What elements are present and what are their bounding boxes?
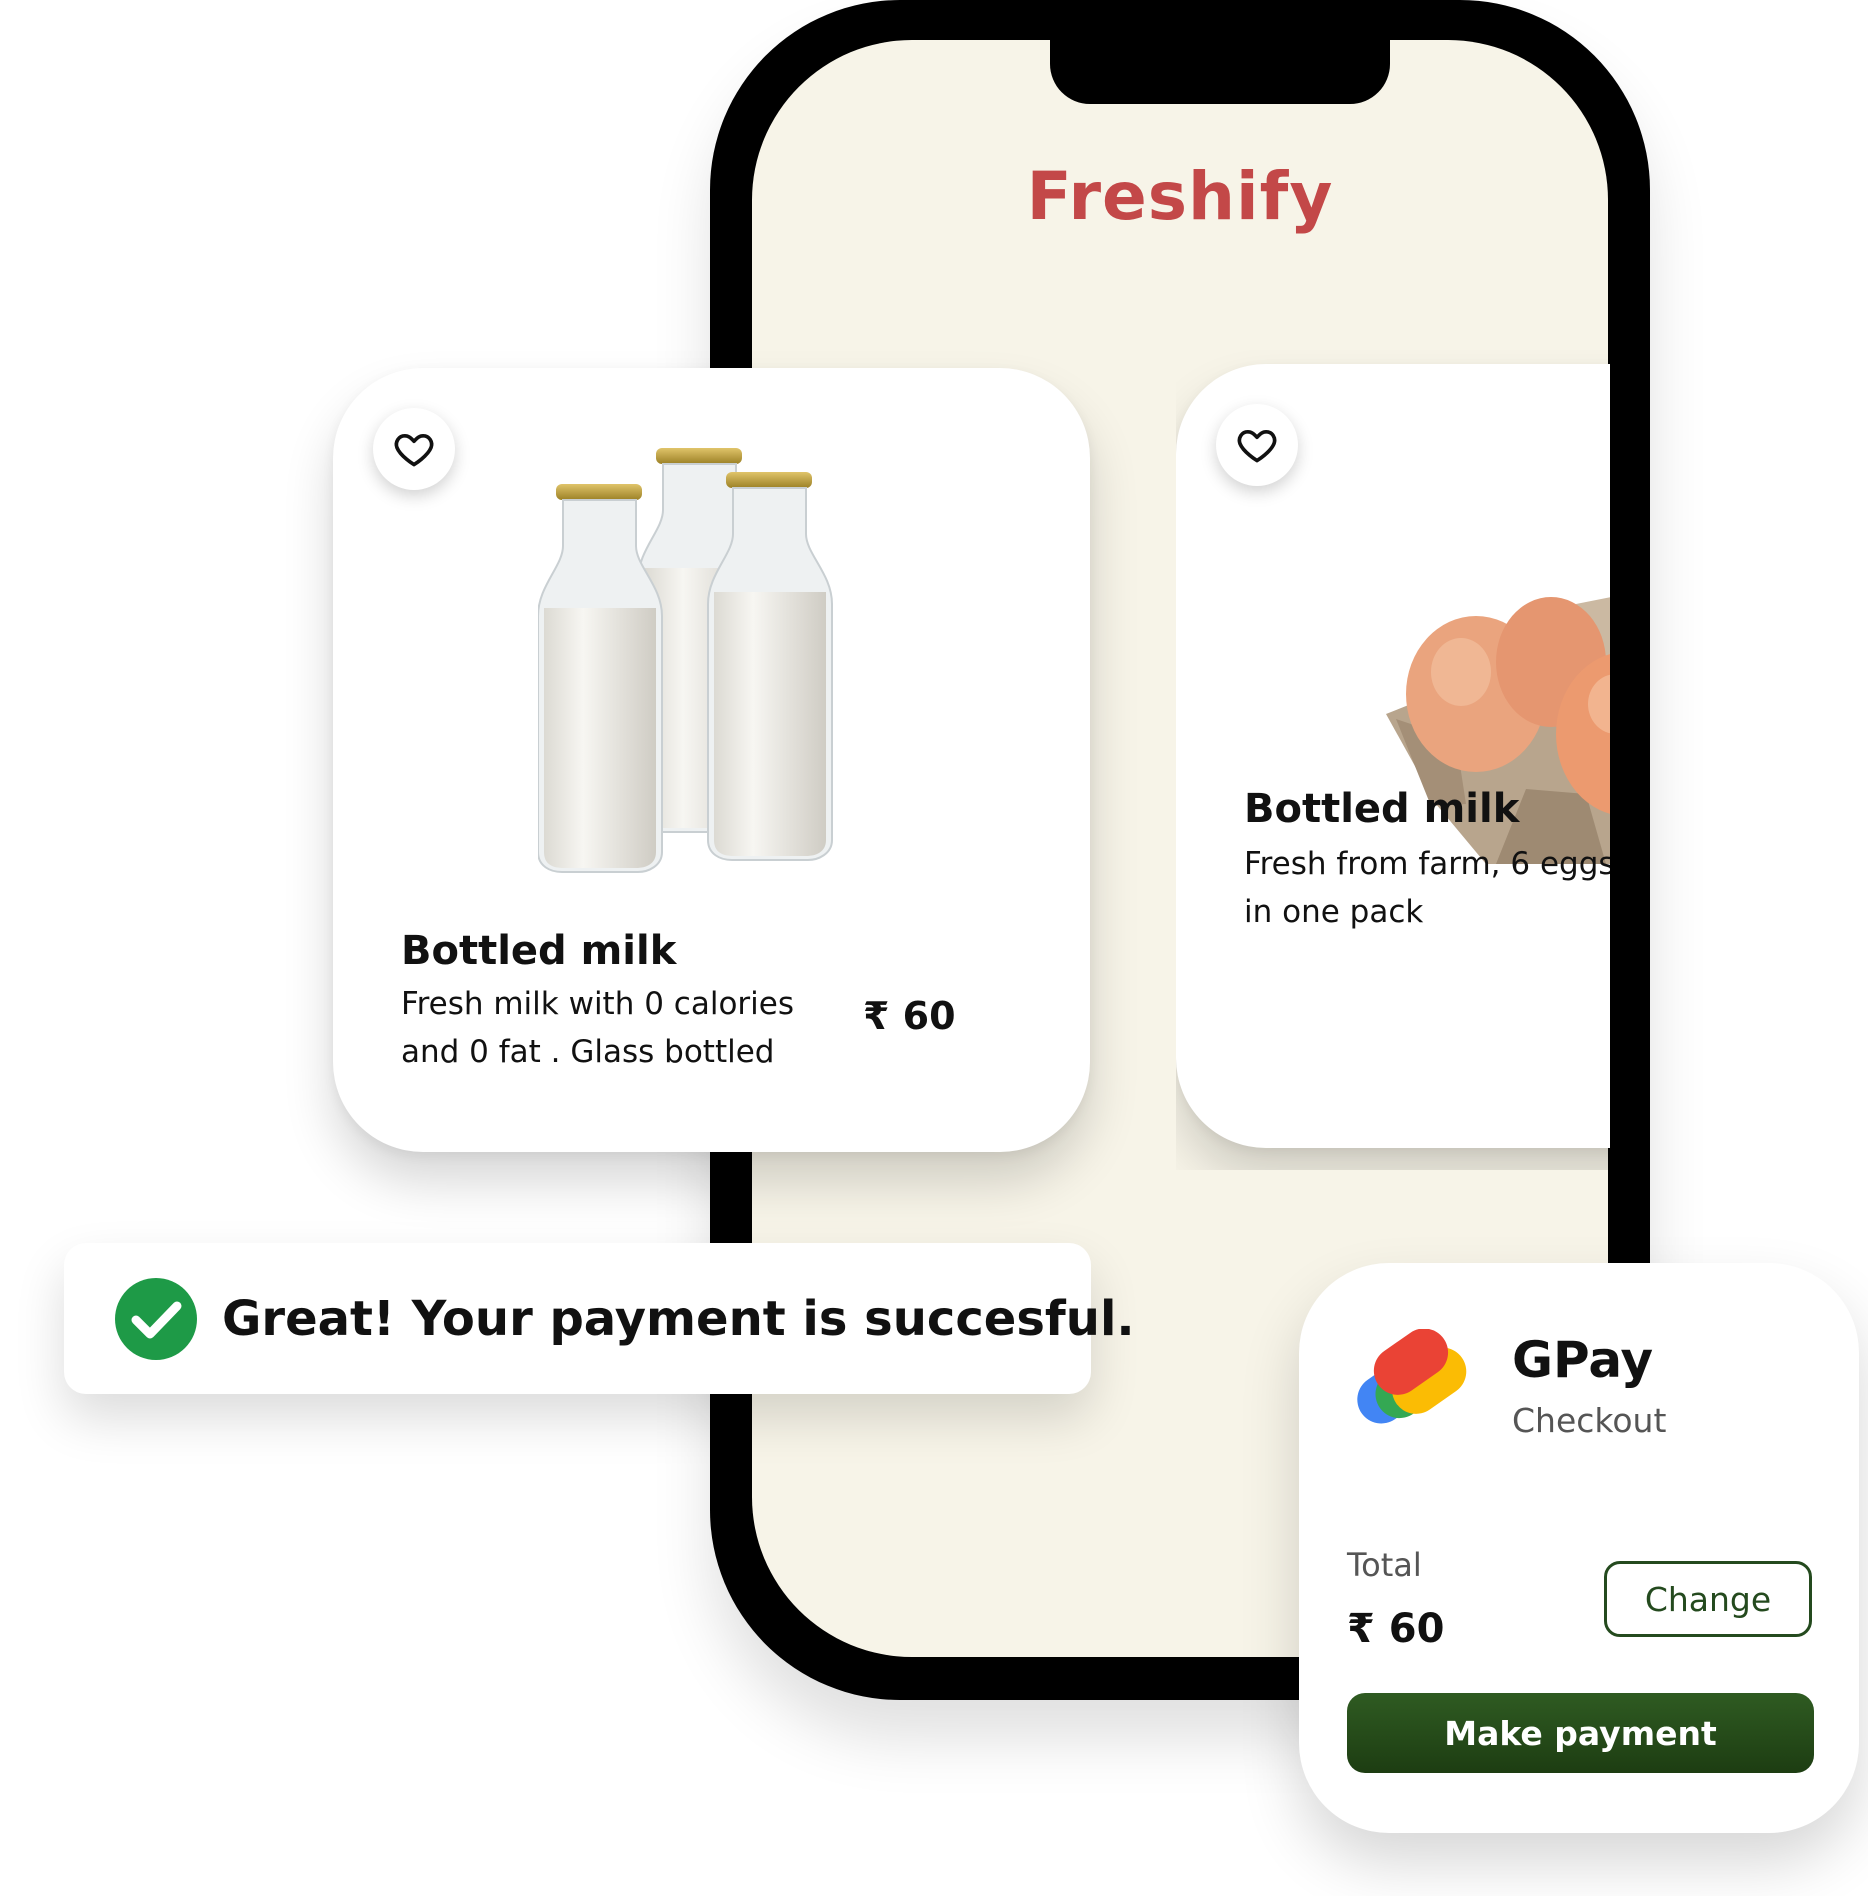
product-desc-line2: in one pack bbox=[1244, 894, 1424, 930]
product-card-eggs[interactable]: Bottled milk Fresh from farm, 6 eggs in … bbox=[1176, 364, 1610, 1148]
change-payment-button[interactable]: Change bbox=[1604, 1561, 1812, 1637]
toast-message: Great! Your payment is succesful. bbox=[222, 1290, 1135, 1347]
milk-bottles-image bbox=[538, 448, 833, 873]
total-value: ₹ 60 bbox=[1347, 1606, 1445, 1652]
gpay-checkout-card: GPay Checkout Total ₹ 60 Change Make pay… bbox=[1299, 1263, 1859, 1833]
product-card-eggs-clip: Bottled milk Fresh from farm, 6 eggs in … bbox=[1176, 350, 1610, 1170]
total-label: Total bbox=[1347, 1546, 1422, 1584]
favorite-button[interactable] bbox=[373, 408, 455, 490]
product-title: Bottled milk bbox=[1244, 786, 1520, 832]
gpay-logo-icon bbox=[1357, 1329, 1467, 1424]
phone-notch bbox=[1050, 40, 1390, 104]
payment-success-toast: Great! Your payment is succesful. bbox=[64, 1243, 1135, 1394]
payment-provider-name: GPay bbox=[1512, 1331, 1654, 1389]
make-payment-button[interactable]: Make payment bbox=[1347, 1693, 1814, 1773]
app-brand-title: Freshify bbox=[1026, 158, 1334, 235]
heart-outline-icon bbox=[394, 433, 434, 467]
product-price: ₹ 60 bbox=[863, 994, 956, 1038]
product-card-milk[interactable]: Bottled milk Fresh milk with 0 calories … bbox=[333, 368, 1090, 1152]
product-desc-line1: Fresh milk with 0 calories bbox=[401, 986, 794, 1022]
product-desc-line2: and 0 fat . Glass bottled bbox=[401, 1034, 775, 1070]
heart-outline-icon bbox=[1237, 429, 1277, 463]
product-desc-line1: Fresh from farm, 6 eggs bbox=[1244, 846, 1610, 882]
payment-subtitle: Checkout bbox=[1512, 1401, 1667, 1440]
product-title: Bottled milk bbox=[401, 928, 677, 974]
favorite-button[interactable] bbox=[1216, 404, 1298, 486]
check-circle-icon bbox=[115, 1277, 197, 1360]
